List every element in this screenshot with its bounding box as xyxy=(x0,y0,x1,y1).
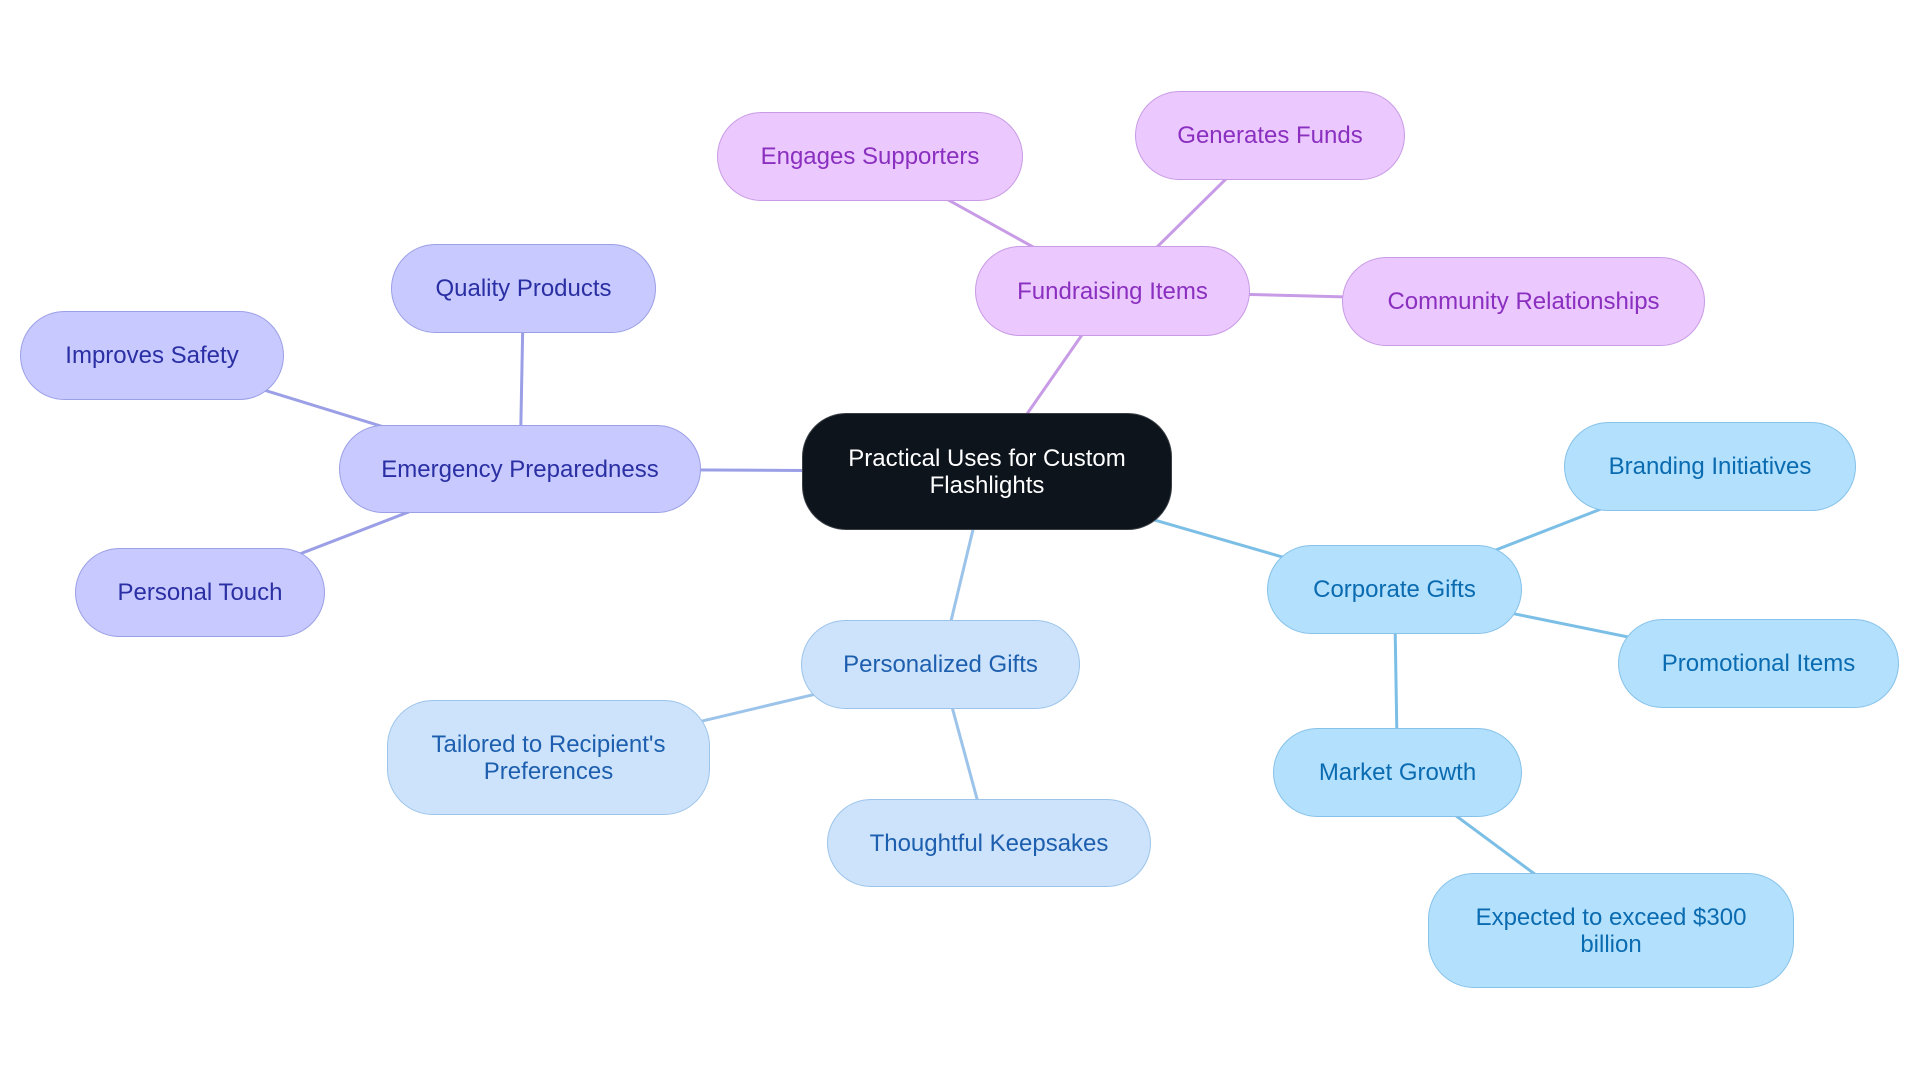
node-expected-300-billion[interactable]: Expected to exceed $300 billion xyxy=(1428,873,1794,988)
node-generates-funds[interactable]: Generates Funds xyxy=(1135,91,1405,180)
node-personalized-gifts[interactable]: Personalized Gifts xyxy=(801,620,1080,709)
node-emergency-preparedness[interactable]: Emergency Preparedness xyxy=(339,425,701,513)
node-improves-safety[interactable]: Improves Safety xyxy=(20,311,284,400)
node-fundraising-items[interactable]: Fundraising Items xyxy=(975,246,1250,336)
node-corporate-gifts[interactable]: Corporate Gifts xyxy=(1267,545,1522,634)
node-community-relationships[interactable]: Community Relationships xyxy=(1342,257,1705,346)
node-engages-supporters[interactable]: Engages Supporters xyxy=(717,112,1023,201)
node-promotional-items[interactable]: Promotional Items xyxy=(1618,619,1899,708)
node-market-growth[interactable]: Market Growth xyxy=(1273,728,1522,817)
node-quality-products[interactable]: Quality Products xyxy=(391,244,656,333)
node-thoughtful-keepsakes[interactable]: Thoughtful Keepsakes xyxy=(827,799,1151,887)
node-personal-touch[interactable]: Personal Touch xyxy=(75,548,325,637)
node-tailored-preferences[interactable]: Tailored to Recipient's Preferences xyxy=(387,700,710,815)
root-node[interactable]: Practical Uses for Custom Flashlights xyxy=(802,413,1172,530)
node-branding-initiatives[interactable]: Branding Initiatives xyxy=(1564,422,1856,511)
